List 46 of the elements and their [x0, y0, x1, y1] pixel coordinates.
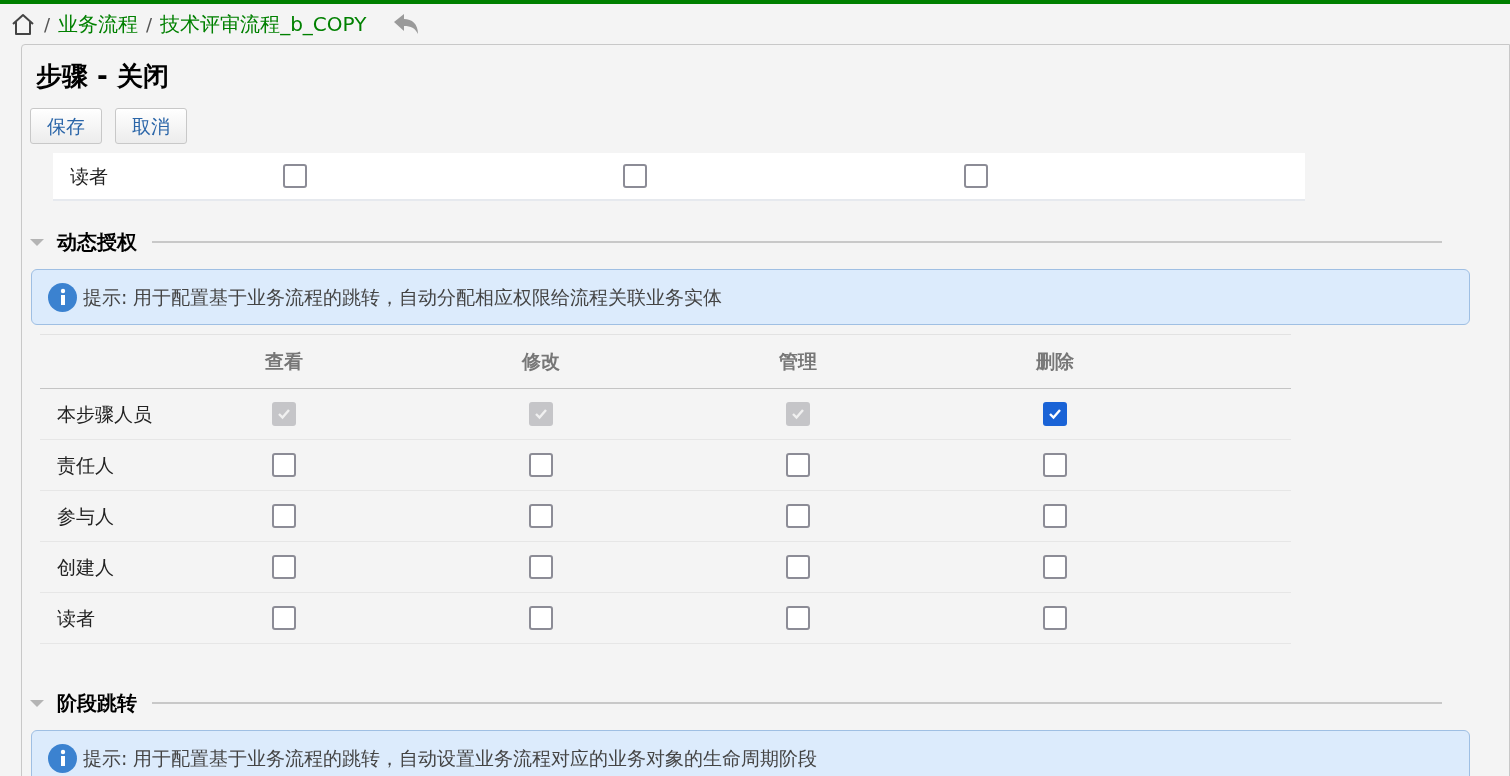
- section-title: 阶段跳转: [57, 690, 137, 717]
- checkbox[interactable]: [271, 555, 296, 579]
- column-header: 管理: [778, 349, 817, 375]
- home-icon[interactable]: [10, 12, 36, 36]
- column-header: 删除: [1035, 349, 1074, 375]
- breadcrumb-separator: /: [44, 12, 51, 37]
- breadcrumb-link[interactable]: 技术评审流程_b_COPY: [160, 9, 367, 39]
- checkbox[interactable]: [785, 453, 810, 477]
- page-title: 步骤 - 关闭: [35, 60, 170, 93]
- checkbox[interactable]: [785, 555, 810, 579]
- breadcrumb-separator: /: [146, 12, 153, 37]
- checkbox[interactable]: [528, 453, 553, 477]
- checkbox[interactable]: [1042, 402, 1067, 426]
- row-label: 读者: [56, 605, 96, 631]
- checkbox[interactable]: [271, 504, 296, 528]
- row-label: 本步骤人员: [56, 401, 153, 427]
- row-label: 参与人: [56, 503, 115, 529]
- checkbox[interactable]: [964, 164, 989, 188]
- info-icon: [48, 282, 77, 312]
- checkbox[interactable]: [785, 504, 810, 528]
- column-header: 修改: [521, 349, 560, 375]
- checkbox[interactable]: [1042, 555, 1067, 579]
- row-label: 责任人: [56, 452, 115, 478]
- breadcrumb-link[interactable]: 业务流程: [58, 9, 139, 39]
- checkbox[interactable]: [528, 504, 553, 528]
- toolbar-button[interactable]: 保存: [30, 108, 102, 144]
- tip-text: 提示: 用于配置基于业务流程的跳转，自动分配相应权限给流程关联业务实体: [83, 284, 723, 310]
- checkbox[interactable]: [1042, 504, 1067, 528]
- checkbox[interactable]: [282, 164, 307, 188]
- row-label: 读者: [69, 163, 109, 189]
- row-label: 创建人: [56, 554, 115, 580]
- checkbox[interactable]: [271, 453, 296, 477]
- checkbox[interactable]: [1042, 606, 1067, 630]
- checkbox[interactable]: [785, 606, 810, 630]
- collapse-toggle-icon[interactable]: [30, 238, 44, 246]
- toolbar-button[interactable]: 取消: [115, 108, 187, 144]
- column-header: 查看: [264, 349, 303, 375]
- collapse-toggle-icon[interactable]: [30, 699, 44, 707]
- checkbox[interactable]: [271, 606, 296, 630]
- checkbox[interactable]: [528, 555, 553, 579]
- tip-text: 提示: 用于配置基于业务流程的跳转，自动设置业务流程对应的业务对象的生命周期阶段: [83, 745, 818, 771]
- section-title: 动态授权: [57, 229, 137, 256]
- checkbox[interactable]: [623, 164, 648, 188]
- checkbox[interactable]: [528, 606, 553, 630]
- info-icon: [48, 743, 77, 773]
- checkbox[interactable]: [1042, 453, 1067, 477]
